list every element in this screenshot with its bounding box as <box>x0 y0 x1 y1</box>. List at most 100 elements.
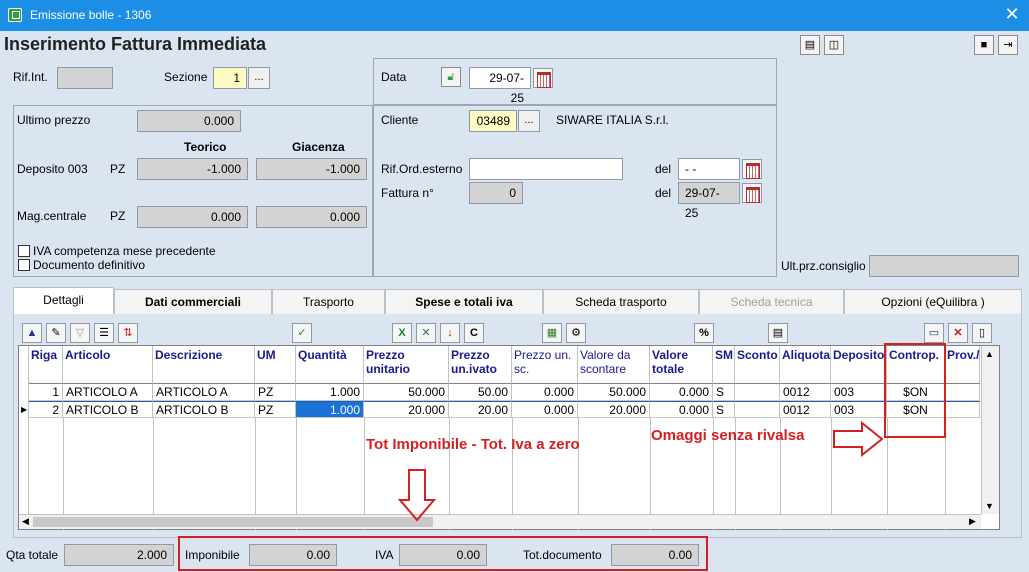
grid-cell[interactable]: 20.00 <box>449 401 512 418</box>
giacenza-label: Giacenza <box>292 140 345 154</box>
col-header-quantita[interactable]: Quantità <box>296 346 364 384</box>
sort-az-icon[interactable]: ↓ <box>440 323 460 343</box>
grid-cell[interactable]: 0012 <box>780 401 831 418</box>
rif-int-field[interactable] <box>57 67 113 89</box>
print-preview-icon[interactable]: ▤ <box>800 35 820 55</box>
grid-cell[interactable] <box>945 384 980 401</box>
edit-icon[interactable]: ✎ <box>46 323 66 343</box>
grid-cell[interactable]: 1 <box>29 384 63 401</box>
percent-icon[interactable]: % <box>694 323 714 343</box>
col-header-um[interactable]: UM <box>255 346 296 384</box>
list-icon[interactable]: ☰ <box>94 323 114 343</box>
horizontal-scrollbar[interactable]: ◀ ▶ <box>19 514 981 529</box>
grid-cell[interactable]: 0.000 <box>650 384 713 401</box>
vertical-scrollbar[interactable]: ▲ ▼ <box>981 346 999 514</box>
filter-icon[interactable]: ▽ <box>70 323 90 343</box>
del-date-field-1[interactable]: - - <box>678 158 740 180</box>
rif-ord-field[interactable] <box>469 158 623 180</box>
col-header-deposito[interactable]: Deposito <box>831 346 887 384</box>
tot-documento-field: 0.00 <box>611 544 699 566</box>
checklist-icon[interactable]: ✓ <box>292 323 312 343</box>
qta-totale-label: Qta totale <box>6 548 59 562</box>
col-header-sconto[interactable]: Sconto <box>735 346 780 384</box>
close-icon[interactable]: ✕ <box>1003 5 1021 23</box>
tab-spese-totali-iva[interactable]: Spese e totali iva <box>385 289 543 315</box>
grid-cell[interactable]: ARTICOLO B <box>153 401 255 418</box>
print-icon[interactable]: ▤ <box>768 323 788 343</box>
grid-cell[interactable]: 2 <box>29 401 63 418</box>
scroll-up-icon[interactable]: ▲ <box>985 349 994 359</box>
col-header-riga[interactable]: Riga <box>29 346 63 384</box>
data-field[interactable]: 29-07-25 <box>469 67 531 105</box>
col-header-sm[interactable]: SM <box>713 346 735 384</box>
sezione-field[interactable]: 1 <box>213 67 247 89</box>
tab-dati-commerciali[interactable]: Dati commerciali <box>114 289 272 315</box>
grid-cell[interactable]: PZ <box>255 401 296 418</box>
tools-icon[interactable]: ⚙ <box>566 323 586 343</box>
columns-icon[interactable]: ◫ <box>824 35 844 55</box>
col-header-valore-scontare[interactable]: Valore da scontare <box>578 346 650 384</box>
deposito-teorico-field: -1.000 <box>137 158 248 180</box>
grid-cell[interactable] <box>945 401 980 418</box>
calc-icon[interactable]: ▦ <box>542 323 562 343</box>
grid-cell[interactable]: ARTICOLO A <box>63 384 153 401</box>
sort-icon[interactable]: ⇅ <box>118 323 138 343</box>
grid-cell[interactable]: 20.000 <box>364 401 449 418</box>
excel-icon[interactable]: X <box>392 323 412 343</box>
grid-cell[interactable]: 50.000 <box>578 384 650 401</box>
col-header-valore-totale[interactable]: Valore totale <box>650 346 713 384</box>
new-document-icon[interactable]: ▯ <box>972 323 992 343</box>
calendar-icon[interactable] <box>742 159 762 179</box>
cliente-code-field[interactable]: 03489 <box>469 110 517 132</box>
calendar-icon[interactable] <box>533 68 553 88</box>
scroll-down-icon[interactable]: ▼ <box>985 501 994 511</box>
grid-cell[interactable]: 0.000 <box>512 384 578 401</box>
page-title: Inserimento Fattura Immediata <box>4 34 267 54</box>
grid-cell[interactable] <box>735 384 780 401</box>
grid-cell[interactable]: PZ <box>255 384 296 401</box>
grid-cell[interactable]: 0.000 <box>650 401 713 418</box>
tab-trasporto[interactable]: Trasporto <box>272 289 385 315</box>
window-icon[interactable]: ▭ <box>924 323 944 343</box>
grid-cell[interactable]: 20.000 <box>578 401 650 418</box>
grid-cell-selected[interactable]: 1.000 <box>296 401 364 418</box>
grid-cell[interactable]: ARTICOLO B <box>63 401 153 418</box>
delete-icon[interactable]: ✕ <box>948 323 968 343</box>
col-header-prov[interactable]: Prov./ <box>945 346 980 384</box>
grid-cell[interactable]: ARTICOLO A <box>153 384 255 401</box>
exit-icon[interactable]: ⇥ <box>998 35 1018 55</box>
col-header-prezzo-sc[interactable]: Prezzo un. sc. <box>512 346 578 384</box>
col-header-articolo[interactable]: Articolo <box>63 346 153 384</box>
save-icon[interactable]: ■ <box>974 35 994 55</box>
grid-cell[interactable]: S <box>713 401 735 418</box>
calendar-icon[interactable] <box>742 183 762 203</box>
tab-opzioni[interactable]: Opzioni (eQuilibra ) <box>844 289 1022 315</box>
lock-icon[interactable]: 🔓︎ <box>441 67 461 87</box>
excel-export-icon[interactable]: ✕ <box>416 323 436 343</box>
grid-cell[interactable]: 50.00 <box>449 384 512 401</box>
grid-cell[interactable]: 1.000 <box>296 384 364 401</box>
cliente-lookup-button[interactable]: ... <box>518 110 540 132</box>
col-header-prezzo-ivato[interactable]: Prezzo un.ivato <box>449 346 512 384</box>
tab-scheda-trasporto[interactable]: Scheda trasporto <box>543 289 699 315</box>
sezione-lookup-button[interactable]: ... <box>248 67 270 89</box>
documento-definitivo-checkbox[interactable] <box>18 259 30 271</box>
move-up-icon[interactable]: ▲ <box>22 323 42 343</box>
mag-um: PZ <box>110 209 126 223</box>
col-header-prezzo-unitario[interactable]: Prezzo unitario <box>364 346 449 384</box>
grid-cell[interactable]: 0012 <box>780 384 831 401</box>
grid-cell[interactable]: 003 <box>831 384 887 401</box>
iva-competenza-checkbox[interactable] <box>18 245 30 257</box>
scroll-left-icon[interactable]: ◀ <box>22 516 29 527</box>
grid-cell[interactable]: 003 <box>831 401 887 418</box>
col-header-aliquota[interactable]: Aliquota <box>780 346 831 384</box>
grid-cell[interactable] <box>735 401 780 418</box>
scroll-right-icon[interactable]: ▶ <box>969 516 976 527</box>
grid-cell[interactable]: S <box>713 384 735 401</box>
grid-cell[interactable]: 0.000 <box>512 401 578 418</box>
scrollbar-thumb[interactable] <box>33 517 433 527</box>
tab-dettagli[interactable]: Dettagli <box>13 287 114 315</box>
grid-cell[interactable]: 50.000 <box>364 384 449 401</box>
col-header-descrizione[interactable]: Descrizione <box>153 346 255 384</box>
column-icon[interactable]: C <box>464 323 484 343</box>
